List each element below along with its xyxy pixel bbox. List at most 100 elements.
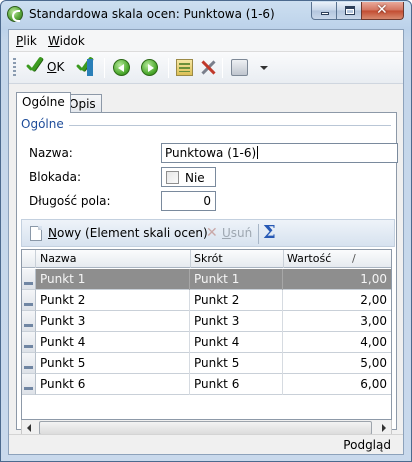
cell-divider <box>189 290 190 311</box>
menu-plik[interactable]: Plik <box>12 33 41 49</box>
menu-widok[interactable]: Widok <box>44 33 89 49</box>
cell-skrot[interactable]: Punkt 6 <box>194 377 239 391</box>
maximize-icon <box>345 6 355 15</box>
column-header-nazwa[interactable]: Nazwa <box>40 252 76 265</box>
table-row[interactable]: Punkt 2 Punkt 2 2,00 <box>36 290 391 311</box>
minimize-button[interactable] <box>311 2 337 20</box>
grid-header: Nazwa Skrót Wartość / <box>22 250 391 268</box>
cell-divider <box>282 311 283 332</box>
delete-button[interactable]: Usuń <box>222 226 252 240</box>
prev-icon[interactable] <box>113 59 130 76</box>
cell-divider <box>282 269 283 290</box>
tree-icon[interactable] <box>176 59 193 76</box>
cell-skrot[interactable]: Punkt 4 <box>194 335 239 349</box>
cell-skrot[interactable]: Punkt 3 <box>194 314 239 328</box>
grid-toolbar: Nowy (Element skali ocen) ✕ Usuń Σ <box>21 219 395 247</box>
dlugosc-field[interactable]: 0 <box>161 191 216 211</box>
cell-skrot[interactable]: Punkt 2 <box>194 293 239 307</box>
cell-skrot[interactable]: Punkt 1 <box>194 272 239 286</box>
column-divider[interactable] <box>283 250 284 268</box>
ok-label: OK <box>47 60 65 74</box>
cell-wartosc[interactable]: 3,00 <box>360 314 387 328</box>
column-divider[interactable] <box>190 250 191 268</box>
toolbar-grip[interactable] <box>13 58 16 78</box>
nazwa-field[interactable]: Punktowa (1-6) <box>161 143 398 163</box>
row-selector[interactable] <box>22 353 36 374</box>
next-icon[interactable] <box>141 59 158 76</box>
sort-indicator-icon: / <box>352 252 356 265</box>
nazwa-label: Nazwa: <box>29 146 73 160</box>
group-divider <box>69 125 391 126</box>
table-row[interactable]: Punkt 6 Punkt 6 6,00 <box>36 374 391 395</box>
cell-skrot[interactable]: Punkt 5 <box>194 356 239 370</box>
row-selector[interactable] <box>22 311 36 332</box>
cell-divider <box>282 353 283 374</box>
blokada-field[interactable]: Nie <box>161 167 216 187</box>
app-logo-icon[interactable] <box>7 6 23 22</box>
table-row[interactable]: Punkt 1 Punkt 1 1,00 <box>36 269 391 290</box>
menu-bar: Plik Widok <box>9 30 403 52</box>
cell-divider <box>282 290 283 311</box>
window-title: Standardowa skala ocen: Punktowa (1-6) <box>29 7 275 21</box>
scroll-thumb[interactable] <box>39 421 372 435</box>
column-header-wartosc[interactable]: Wartość <box>287 252 331 265</box>
row-selector[interactable] <box>22 290 36 311</box>
sigma-icon[interactable]: Σ <box>263 222 276 243</box>
ok-button[interactable]: OK <box>21 56 66 80</box>
cell-wartosc[interactable]: 1,00 <box>360 272 387 286</box>
delete-icon[interactable]: ✕ <box>206 225 218 241</box>
blokada-checkbox[interactable] <box>166 171 179 184</box>
title-bar[interactable]: Standardowa skala ocen: Punktowa (1-6) ✕ <box>1 1 411 28</box>
cell-nazwa[interactable]: Punkt 5 <box>40 356 85 370</box>
scroll-left-icon[interactable] <box>27 424 31 432</box>
table-row[interactable]: Punkt 4 Punkt 4 4,00 <box>36 332 391 353</box>
print-icon[interactable] <box>231 59 248 76</box>
text-caret <box>257 146 259 159</box>
row-selector[interactable] <box>22 374 36 395</box>
new-element-button[interactable]: Nowy (Element skali ocen) <box>48 226 208 240</box>
toolbar-separator <box>222 58 223 78</box>
cell-wartosc[interactable]: 6,00 <box>360 377 387 391</box>
cell-divider <box>282 332 283 353</box>
cell-wartosc[interactable]: 4,00 <box>360 335 387 349</box>
tab-ogolne[interactable]: Ogólne <box>16 92 71 113</box>
blokada-value: Nie <box>185 171 205 185</box>
data-grid: Nazwa Skrót Wartość / Punkt 1 Punkt 1 1,00… <box>21 249 392 420</box>
cell-nazwa[interactable]: Punkt 1 <box>40 272 85 286</box>
cell-nazwa[interactable]: Punkt 6 <box>40 377 85 391</box>
column-header-skrot[interactable]: Skrót <box>194 252 223 265</box>
cell-divider <box>189 374 190 395</box>
cell-nazwa[interactable]: Punkt 4 <box>40 335 85 349</box>
cell-wartosc[interactable]: 5,00 <box>360 356 387 370</box>
cell-nazwa[interactable]: Punkt 3 <box>40 314 85 328</box>
tools-icon[interactable] <box>200 59 217 76</box>
dlugosc-label: Długość pola: <box>29 194 111 208</box>
close-button[interactable]: ✕ <box>361 2 404 20</box>
toolbar-separator <box>258 224 259 244</box>
menu-widok-label: idok <box>59 34 85 48</box>
cell-nazwa[interactable]: Punkt 2 <box>40 293 85 307</box>
header-corner <box>22 250 36 268</box>
row-selector[interactable] <box>22 269 36 290</box>
status-bar: Podgląd <box>9 434 403 454</box>
save-bar-icon <box>87 59 93 76</box>
scroll-right-icon[interactable] <box>382 424 386 432</box>
close-icon: ✕ <box>376 2 388 18</box>
cell-divider <box>282 374 283 395</box>
group-title: Ogólne <box>21 117 64 131</box>
main-toolbar: OK <box>9 52 403 84</box>
table-row[interactable]: Punkt 3 Punkt 3 3,00 <box>36 311 391 332</box>
dropdown-arrow-icon[interactable] <box>260 66 268 70</box>
cell-wartosc[interactable]: 2,00 <box>360 293 387 307</box>
toolbar-separator <box>104 58 105 78</box>
tab-panel: Ogólne Nazwa: Punktowa (1-6) Blokada: Ni… <box>16 112 398 437</box>
menu-plik-label: lik <box>23 34 37 48</box>
maximize-button[interactable] <box>336 2 362 20</box>
blokada-label: Blokada: <box>29 170 82 184</box>
nazwa-value: Punktowa (1-6) <box>165 146 257 160</box>
minimize-icon <box>321 12 329 15</box>
new-document-icon[interactable] <box>30 226 42 241</box>
table-row[interactable]: Punkt 5 Punkt 5 5,00 <box>36 353 391 374</box>
row-selector[interactable] <box>22 332 36 353</box>
save-button[interactable] <box>71 56 97 80</box>
